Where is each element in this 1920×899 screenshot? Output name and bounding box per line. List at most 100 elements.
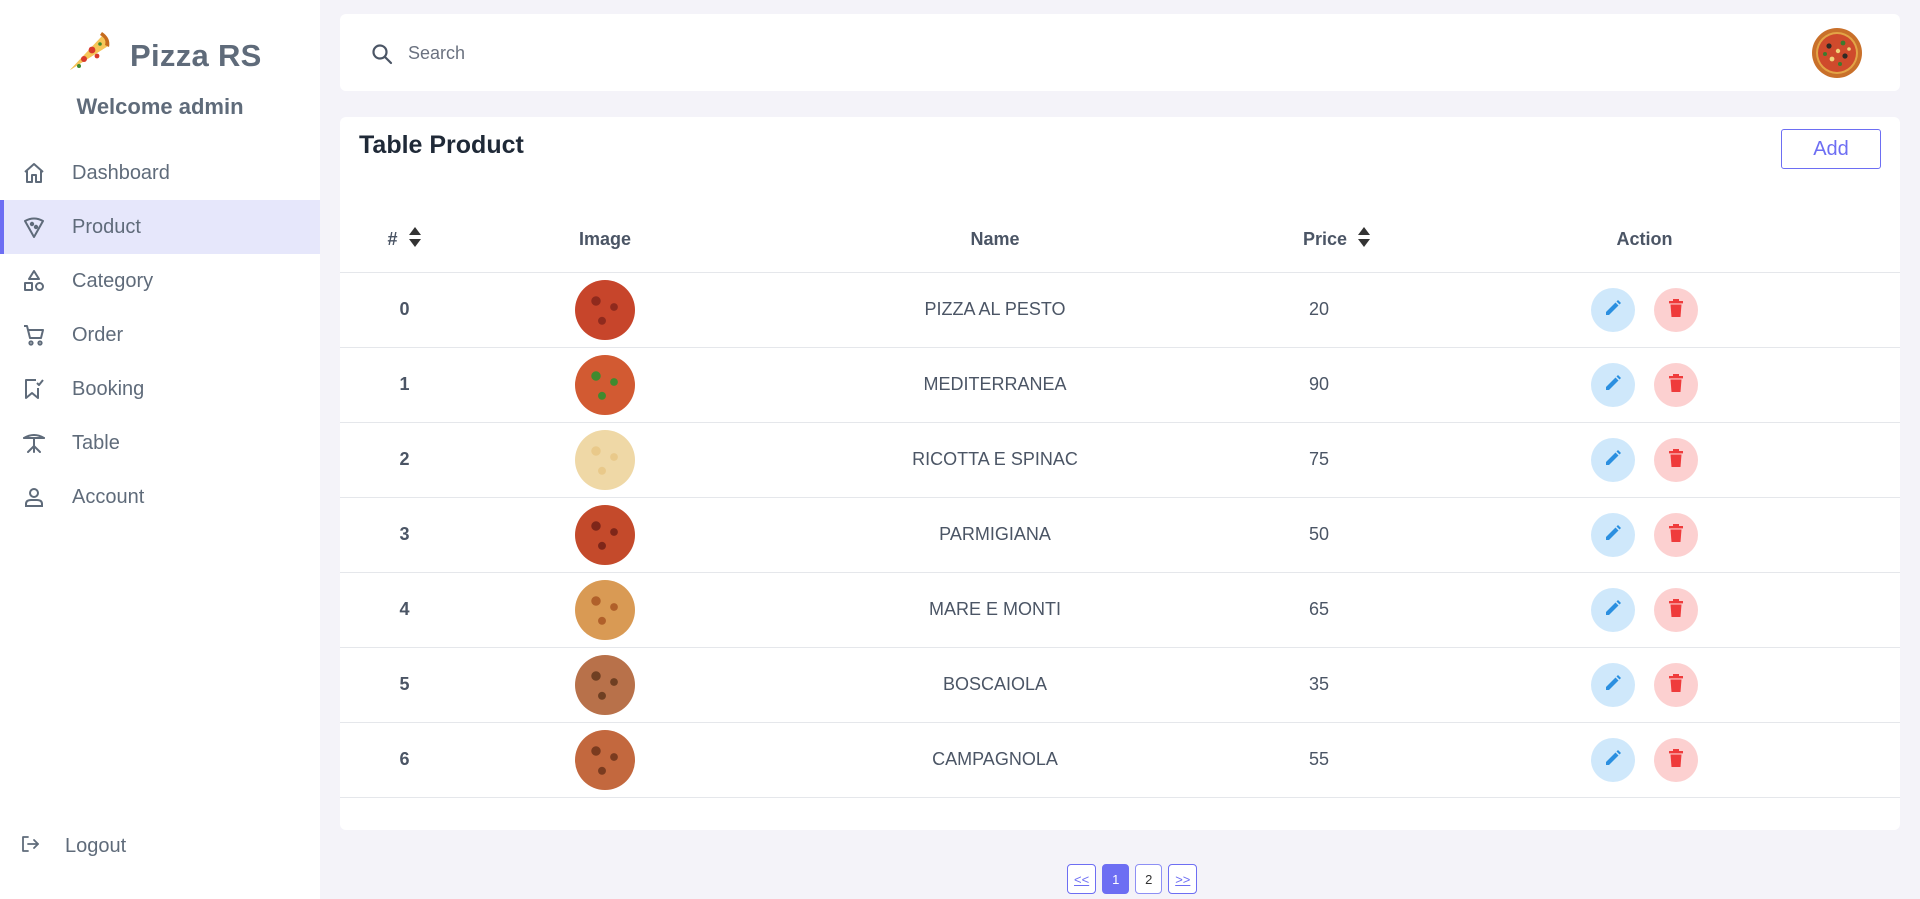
column-header-index[interactable]: # xyxy=(340,208,469,272)
sidebar-item-table[interactable]: Table xyxy=(0,416,320,470)
row-index: 6 xyxy=(399,749,410,769)
sort-icon[interactable] xyxy=(408,226,422,253)
row-index: 1 xyxy=(399,374,410,394)
page-button-1[interactable]: 1 xyxy=(1102,864,1130,894)
edit-button[interactable] xyxy=(1591,437,1635,482)
logout-icon xyxy=(20,834,40,859)
product-table-body: 0 PIZZA AL PESTO 20 1 MEDITERRANEA 90 2 … xyxy=(340,272,1900,797)
edit-button[interactable] xyxy=(1591,362,1635,407)
row-index: 2 xyxy=(399,449,410,469)
sidebar-item-label: Category xyxy=(72,269,154,292)
product-image xyxy=(575,729,635,790)
row-actions xyxy=(1389,497,1900,572)
column-header-label: # xyxy=(387,229,398,250)
search-input[interactable] xyxy=(408,36,1308,70)
delete-button[interactable] xyxy=(1654,737,1698,782)
row-price: 65 xyxy=(1308,599,1330,619)
pizza-slice-icon xyxy=(22,215,46,239)
logout-button[interactable]: Logout xyxy=(20,834,126,859)
column-header-label: Price xyxy=(1302,229,1348,250)
row-image-cell xyxy=(469,422,741,497)
row-actions xyxy=(1389,572,1900,647)
row-name: MEDITERRANEA xyxy=(923,374,1067,394)
brand[interactable]: Pizza RS xyxy=(64,30,262,81)
top-bar xyxy=(340,14,1900,91)
search-icon xyxy=(370,42,394,71)
first-page-button[interactable]: << xyxy=(1067,864,1097,894)
edit-button[interactable] xyxy=(1591,512,1635,557)
add-product-button[interactable]: Add xyxy=(1781,129,1881,169)
product-image xyxy=(575,504,635,565)
row-price: 50 xyxy=(1308,524,1330,544)
logout-label: Logout xyxy=(65,835,127,857)
pencil-icon xyxy=(1603,523,1623,546)
trash-icon xyxy=(1667,298,1685,321)
row-image-cell xyxy=(469,722,741,797)
sidebar-item-booking[interactable]: Booking xyxy=(0,362,320,416)
product-image xyxy=(575,279,635,340)
row-index: 0 xyxy=(399,299,410,319)
column-header-name: Name xyxy=(970,229,1020,250)
row-image-cell xyxy=(469,272,741,347)
row-name: PIZZA AL PESTO xyxy=(924,299,1066,319)
row-actions xyxy=(1389,647,1900,722)
row-actions xyxy=(1389,422,1900,497)
pagination: << 1 2 >> xyxy=(1067,864,1198,894)
trash-icon xyxy=(1667,673,1685,696)
row-actions xyxy=(1389,347,1900,422)
table-row: 2 RICOTTA E SPINAC 75 xyxy=(340,422,1900,497)
trash-icon xyxy=(1667,448,1685,471)
sidebar-item-dashboard[interactable]: Dashboard xyxy=(0,146,320,200)
pencil-icon xyxy=(1603,298,1623,321)
delete-button[interactable] xyxy=(1654,587,1698,632)
page-button-2[interactable]: 2 xyxy=(1135,864,1163,894)
sidebar-item-label: Dashboard xyxy=(72,161,170,184)
row-price: 35 xyxy=(1308,674,1330,694)
table-row: 6 CAMPAGNOLA 55 xyxy=(340,722,1900,797)
last-page-button[interactable]: >> xyxy=(1168,864,1198,894)
product-card: Table Product Add # Image Name Price Act… xyxy=(340,117,1900,830)
table-header-row: # Image Name Price Action xyxy=(340,208,1900,272)
product-image xyxy=(575,354,635,415)
pencil-icon xyxy=(1603,373,1623,396)
edit-button[interactable] xyxy=(1591,287,1635,332)
sort-icon[interactable] xyxy=(1357,226,1371,253)
avatar[interactable] xyxy=(1812,28,1862,78)
sidebar: Pizza RS Welcome admin Dashboard Product… xyxy=(0,0,320,899)
row-price: 75 xyxy=(1308,449,1330,469)
sidebar-item-order[interactable]: Order xyxy=(0,308,320,362)
sidebar-item-label: Order xyxy=(72,323,124,346)
table-row: 4 MARE E MONTI 65 xyxy=(340,572,1900,647)
row-name: BOSCAIOLA xyxy=(942,674,1048,694)
column-header-price[interactable]: Price xyxy=(1249,208,1389,272)
pencil-icon xyxy=(1603,673,1623,696)
row-index: 5 xyxy=(399,674,410,694)
delete-button[interactable] xyxy=(1654,437,1698,482)
pencil-icon xyxy=(1603,748,1623,771)
brand-title: Pizza RS xyxy=(130,37,262,73)
user-icon xyxy=(22,485,46,509)
row-price: 90 xyxy=(1308,374,1330,394)
shapes-icon xyxy=(22,269,46,293)
pizza-logo-icon xyxy=(64,30,112,81)
sidebar-item-category[interactable]: Category xyxy=(0,254,320,308)
sidebar-item-product[interactable]: Product xyxy=(0,200,320,254)
trash-icon xyxy=(1667,598,1685,621)
row-index: 4 xyxy=(399,599,410,619)
product-table: # Image Name Price Action 0 PIZZA AL PES… xyxy=(340,208,1900,798)
row-name: CAMPAGNOLA xyxy=(932,749,1058,769)
delete-button[interactable] xyxy=(1654,362,1698,407)
row-image-cell xyxy=(469,647,741,722)
table-row: 1 MEDITERRANEA 90 xyxy=(340,347,1900,422)
edit-button[interactable] xyxy=(1591,737,1635,782)
column-header-image: Image xyxy=(578,229,632,250)
delete-button[interactable] xyxy=(1654,287,1698,332)
edit-button[interactable] xyxy=(1591,662,1635,707)
delete-button[interactable] xyxy=(1654,512,1698,557)
edit-button[interactable] xyxy=(1591,587,1635,632)
delete-button[interactable] xyxy=(1654,662,1698,707)
sidebar-item-account[interactable]: Account xyxy=(0,470,320,524)
row-price: 55 xyxy=(1308,749,1330,769)
table-row: 5 BOSCAIOLA 35 xyxy=(340,647,1900,722)
column-header-action: Action xyxy=(1616,229,1673,250)
